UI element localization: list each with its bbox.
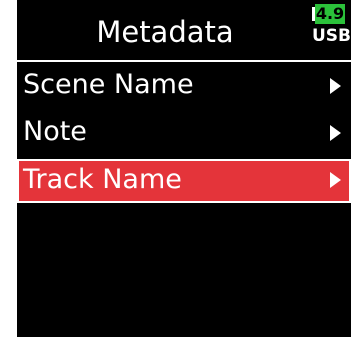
menu-item-scene-name[interactable]: Scene Name (17, 65, 351, 109)
title-divider (17, 60, 351, 62)
chevron-right-icon (330, 172, 341, 188)
page-title: Metadata (96, 15, 234, 49)
menu-item-label: Note (23, 116, 87, 147)
battery-icon: 4.9 USB (312, 4, 351, 50)
menu-item-track-name[interactable]: Track Name (17, 159, 351, 203)
chevron-right-icon (330, 125, 341, 141)
chevron-right-icon (330, 78, 341, 94)
battery-level: 4.9 (315, 4, 345, 24)
menu-item-label: Track Name (23, 164, 182, 195)
device-screen: Metadata 4.9 USB Scene Name Note Track N… (17, 0, 351, 337)
menu-item-label: Scene Name (23, 69, 194, 100)
menu-item-note[interactable]: Note (17, 112, 351, 156)
menu-list: Scene Name Note Track Name (17, 65, 351, 206)
power-source-label: USB (312, 26, 351, 46)
